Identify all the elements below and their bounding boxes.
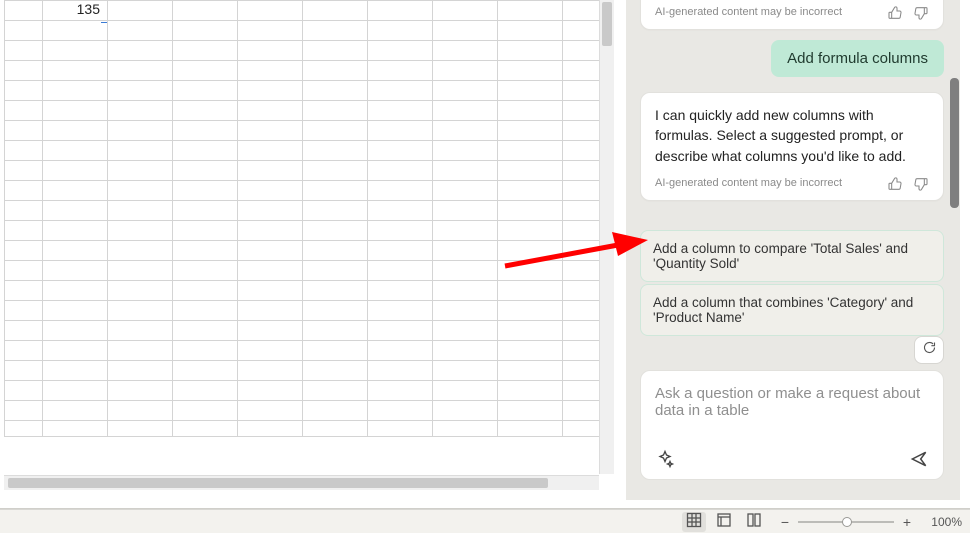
- grid-frame: 135: [4, 0, 614, 436]
- prompt-input-card: [640, 370, 944, 480]
- spreadsheet-area[interactable]: 135: [4, 0, 614, 490]
- prompt-input[interactable]: [655, 385, 929, 433]
- zoom-slider[interactable]: [798, 515, 894, 529]
- user-message: Add formula columns: [771, 40, 944, 77]
- assistant-text: I can quickly add new columns with formu…: [655, 105, 929, 166]
- app-root: 135 AI-generated content may be incorrec…: [0, 0, 970, 533]
- zoom-slider-knob[interactable]: [842, 517, 852, 527]
- assistant-message: I can quickly add new columns with formu…: [640, 92, 944, 201]
- assistant-message-prev: AI-generated content may be incorrect: [640, 0, 944, 30]
- scrollbar-thumb[interactable]: [950, 78, 959, 208]
- thumbs-down-button[interactable]: [913, 5, 929, 21]
- refresh-suggestions-button[interactable]: [914, 336, 944, 364]
- formula-indicator: [101, 17, 107, 23]
- suggestion-compare-columns[interactable]: Add a column to compare 'Total Sales' an…: [640, 230, 944, 282]
- ai-disclaimer: AI-generated content may be incorrect: [655, 176, 842, 192]
- grid[interactable]: 135: [4, 0, 614, 490]
- refresh-icon: [922, 340, 937, 360]
- thumbs-up-button[interactable]: [887, 5, 903, 21]
- ai-disclaimer: AI-generated content may be incorrect: [655, 5, 842, 21]
- zoom-out-button[interactable]: −: [778, 514, 792, 530]
- zoom-percent[interactable]: 100%: [920, 515, 962, 529]
- send-button[interactable]: [909, 449, 929, 469]
- status-bar: − + 100%: [0, 509, 970, 533]
- scrollbar-thumb[interactable]: [602, 2, 612, 46]
- page-break-icon: [746, 512, 762, 531]
- suggestion-combine-columns[interactable]: Add a column that combines 'Category' an…: [640, 284, 944, 336]
- send-icon: [909, 449, 929, 469]
- sheet-vertical-scrollbar[interactable]: [599, 0, 614, 474]
- zoom-in-button[interactable]: +: [900, 514, 914, 530]
- thumbs-up-button[interactable]: [887, 176, 903, 192]
- grid-view-icon: [686, 512, 702, 531]
- copilot-panel: AI-generated content may be incorrect Ad…: [626, 0, 960, 500]
- view-page-layout-button[interactable]: [712, 512, 736, 532]
- view-page-break-button[interactable]: [742, 512, 766, 532]
- cell-value[interactable]: 135: [64, 1, 104, 19]
- panel-vertical-scrollbar[interactable]: [950, 0, 960, 500]
- thumbs-down-button[interactable]: [913, 176, 929, 192]
- view-normal-button[interactable]: [682, 512, 706, 532]
- scrollbar-thumb[interactable]: [8, 478, 548, 488]
- zoom-controls: − + 100%: [778, 514, 962, 530]
- sheet-horizontal-scrollbar[interactable]: [4, 475, 599, 490]
- page-layout-icon: [716, 512, 732, 531]
- sparkle-icon: [655, 449, 675, 469]
- prompt-guide-button[interactable]: [655, 449, 675, 469]
